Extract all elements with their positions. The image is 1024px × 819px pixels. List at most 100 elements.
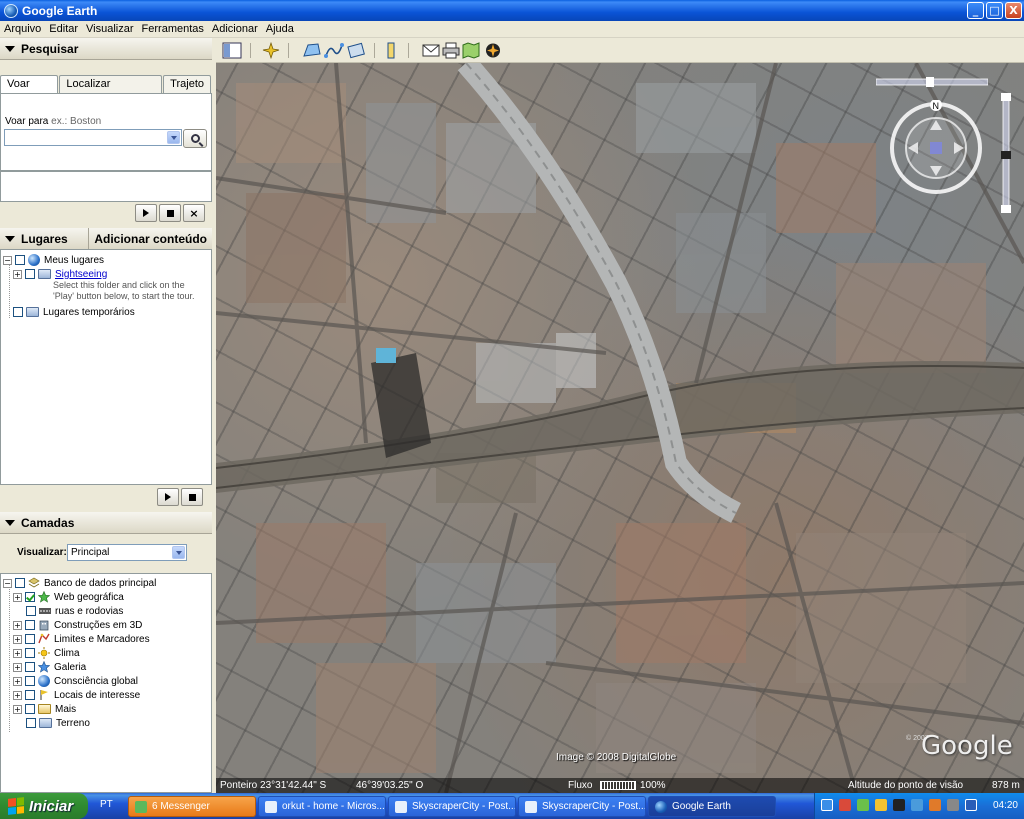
map-view-icon[interactable] [462, 42, 480, 59]
collapse-triangle-icon[interactable] [5, 519, 15, 526]
expand-icon[interactable]: + [13, 648, 22, 658]
menu-adicionar[interactable]: Adicionar [208, 23, 262, 35]
sidebar-toggle-icon[interactable] [222, 42, 242, 59]
expand-icon[interactable]: + [13, 676, 22, 686]
image-overlay-icon[interactable] [346, 42, 366, 59]
dropdown-arrow-icon[interactable] [172, 546, 185, 559]
messenger-tray-icon[interactable] [857, 799, 869, 811]
menu-arquivo[interactable]: Arquivo [0, 23, 45, 35]
expand-icon[interactable]: + [13, 592, 22, 602]
checkbox[interactable] [26, 606, 36, 616]
path-icon[interactable] [324, 42, 344, 59]
search-header[interactable]: Pesquisar [0, 38, 212, 60]
layer-item[interactable]: + Clima [13, 646, 80, 660]
monitor-icon[interactable] [965, 799, 977, 811]
collapse-icon[interactable]: − [3, 255, 12, 265]
layer-item[interactable]: + Consciência global [13, 674, 138, 688]
tree-item-meus-lugares[interactable]: − Meus lugares [3, 253, 104, 267]
stop-button[interactable] [159, 204, 181, 222]
tab-trajeto[interactable]: Trajeto [163, 75, 211, 93]
layer-item[interactable]: + Web geográfica [13, 590, 124, 604]
collapse-triangle-icon[interactable] [5, 45, 15, 52]
task-skyscrapercity-2[interactable]: SkyscraperCity - Post... [518, 796, 646, 817]
layer-item[interactable]: + Limites e Marcadores [13, 632, 150, 646]
expand-icon[interactable]: + [13, 662, 22, 672]
layer-item[interactable]: + Construções em 3D [13, 618, 142, 632]
media-icon[interactable] [893, 799, 905, 811]
print-icon[interactable] [442, 42, 460, 59]
checkbox[interactable] [25, 662, 35, 672]
layer-item[interactable]: + Locais de interesse [13, 688, 140, 702]
expand-icon[interactable]: + [13, 690, 22, 700]
menu-editar[interactable]: Editar [45, 23, 82, 35]
language-indicator[interactable]: PT [100, 799, 113, 810]
view-select[interactable]: Principal [67, 544, 187, 561]
security-shield-icon[interactable] [839, 799, 851, 811]
checkbox[interactable] [26, 718, 36, 728]
layer-item[interactable]: − Banco de dados principal [3, 576, 156, 590]
checkbox[interactable] [15, 255, 25, 265]
checkbox[interactable] [25, 690, 35, 700]
search-button[interactable] [183, 129, 207, 148]
tilt-slider[interactable] [876, 75, 988, 89]
email-icon[interactable] [422, 42, 440, 59]
checkbox[interactable] [25, 704, 35, 714]
expand-icon[interactable]: + [13, 620, 22, 630]
polygon-icon[interactable] [302, 42, 322, 59]
tree-label[interactable]: Sightseeing [55, 269, 107, 280]
task-messenger[interactable]: 6 Messenger [128, 796, 256, 817]
clock[interactable]: 04:20 [993, 800, 1018, 811]
checkbox[interactable] [25, 269, 35, 279]
layer-item[interactable]: ruas e rodovias [26, 604, 123, 618]
collapse-icon[interactable]: − [3, 578, 12, 588]
sky-icon[interactable] [484, 42, 502, 59]
volume-icon[interactable] [947, 799, 959, 811]
places-header[interactable]: Lugares Adicionar conteúdo [0, 228, 212, 250]
update-icon[interactable] [875, 799, 887, 811]
tab-localizar-empresas[interactable]: Localizar empresas [59, 75, 163, 102]
layer-item[interactable]: + Galeria [13, 660, 86, 674]
ruler-icon[interactable] [386, 42, 396, 59]
checkbox[interactable] [15, 578, 25, 588]
expand-icon[interactable]: + [13, 634, 22, 644]
placemark-icon[interactable] [262, 42, 280, 59]
bluetooth-icon[interactable] [911, 799, 923, 811]
navigation-compass[interactable]: N [888, 100, 984, 196]
checkbox[interactable] [13, 307, 23, 317]
add-content-button[interactable]: Adicionar conteúdo [88, 228, 212, 249]
task-orkut[interactable]: orkut - home - Micros... [258, 796, 386, 817]
task-skyscrapercity-1[interactable]: SkyscraperCity - Post... [388, 796, 516, 817]
start-button[interactable]: Iniciar [0, 793, 88, 819]
checkbox-checked[interactable] [25, 592, 35, 602]
expand-icon[interactable]: + [13, 269, 22, 279]
checkbox[interactable] [25, 634, 35, 644]
menu-visualizar[interactable]: Visualizar [82, 23, 138, 35]
checkbox[interactable] [25, 676, 35, 686]
play-button[interactable] [135, 204, 157, 222]
checkbox[interactable] [25, 648, 35, 658]
fly-to-input[interactable] [4, 129, 182, 146]
map-view[interactable]: N Image © 2008 DigitalGlobe © 2007 Googl… [216, 63, 1024, 793]
dropdown-arrow-icon[interactable] [167, 131, 180, 144]
tab-voar-para[interactable]: Voar para [0, 75, 59, 102]
layers-header[interactable]: Camadas [0, 512, 212, 534]
network-icon[interactable] [821, 799, 833, 811]
layer-item[interactable]: + Mais [13, 702, 76, 716]
antivirus-icon[interactable] [929, 799, 941, 811]
close-button[interactable]: X [1005, 2, 1022, 19]
menu-ajuda[interactable]: Ajuda [262, 23, 298, 35]
zoom-slider[interactable] [998, 93, 1014, 213]
tree-item-lugares-temporarios[interactable]: Lugares temporários [13, 305, 135, 319]
menu-ferramentas[interactable]: Ferramentas [138, 23, 208, 35]
task-google-earth[interactable]: Google Earth [648, 796, 776, 817]
tree-item-sightseeing[interactable]: + Sightseeing [13, 267, 107, 281]
maximize-button[interactable]: □ [986, 2, 1003, 19]
play-tour-button[interactable] [157, 488, 179, 506]
checkbox[interactable] [25, 620, 35, 630]
clear-button[interactable]: × [183, 204, 205, 222]
collapse-triangle-icon[interactable] [5, 235, 15, 242]
search-results[interactable] [0, 171, 212, 202]
stop-tour-button[interactable] [181, 488, 203, 506]
layer-item[interactable]: Terreno [26, 716, 90, 730]
expand-icon[interactable]: + [13, 704, 22, 714]
